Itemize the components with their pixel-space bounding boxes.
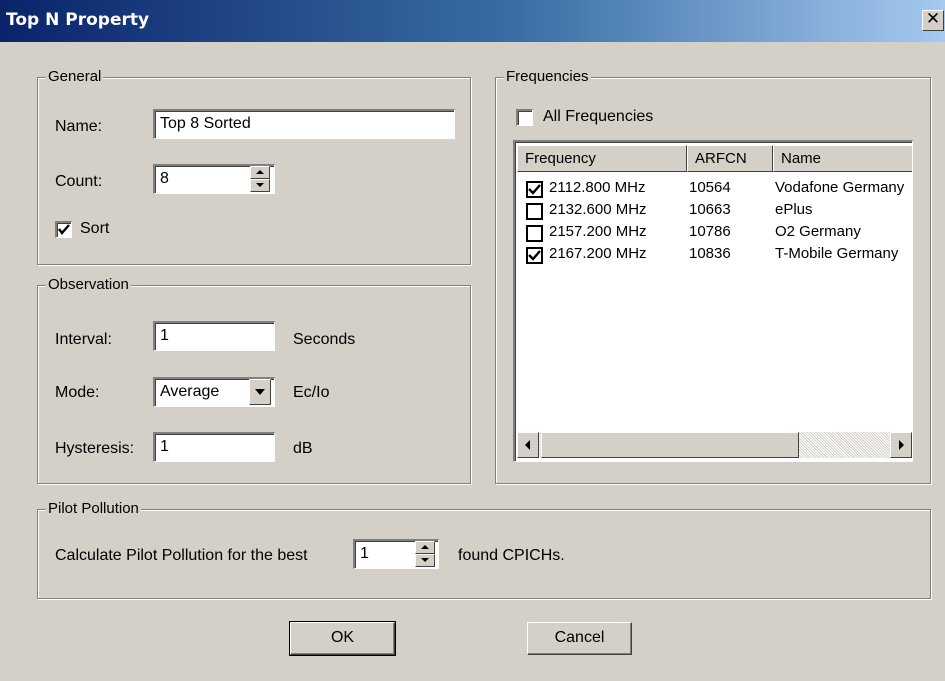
row-checkbox[interactable] [526,203,543,220]
cancel-button[interactable]: Cancel [527,622,632,655]
checkmark-icon [58,224,70,235]
spin-up-icon [256,170,264,174]
all-frequencies-checkbox[interactable] [516,109,533,126]
row-checkbox[interactable] [526,225,543,242]
frequency-cell: 2112.800 MHz [549,179,646,196]
scroll-right-button[interactable] [890,432,912,458]
mode-dropdown-button[interactable] [249,379,271,405]
pilot-pollution-text-after: found CPICHs. [458,547,565,564]
arfcn-cell: 10663 [689,201,731,218]
frequencies-legend: Frequencies [504,68,591,85]
pilot-pollution-text-before: Calculate Pilot Pollution for the best [55,547,308,564]
close-button[interactable]: ✕ [922,10,944,31]
column-header-arfcn[interactable]: ARFCN [687,145,773,172]
scroll-left-button[interactable] [517,432,539,458]
hysteresis-unit: dB [293,440,313,457]
name-cell: O2 Germany [775,223,861,240]
frequency-cell: 2167.200 MHz [549,245,647,262]
close-icon: ✕ [925,9,941,29]
arfcn-cell: 10786 [689,223,731,240]
interval-unit: Seconds [293,331,356,348]
table-row[interactable]: 2132.600 MHz 10663 ePlus [515,201,912,223]
sort-label: Sort [80,220,110,237]
dropdown-arrow-icon [255,389,265,395]
frequency-cell: 2157.200 MHz [549,223,647,240]
table-row[interactable]: 2112.800 MHz 10564 Vodafone Germany [515,179,912,201]
scroll-right-icon [899,440,904,450]
mode-label: Mode: [55,384,100,401]
name-cell: Vodafone Germany [775,179,905,196]
pilot-spin-down[interactable] [415,554,435,567]
sort-checkbox[interactable] [55,221,72,238]
name-label: Name: [55,118,103,135]
general-legend: General [46,68,104,85]
window-title: Top N Property [6,10,150,30]
row-checkbox[interactable] [526,247,543,264]
arfcn-cell: 10836 [689,245,731,262]
interval-label: Interval: [55,331,112,348]
top-n-property-dialog: Top N Property ✕ General Name: Top 8 Sor… [0,0,945,681]
horizontal-scrollbar[interactable] [517,432,912,458]
title-bar[interactable]: Top N Property ✕ [0,0,945,44]
scrollbar-thumb[interactable] [541,432,799,458]
frequency-list[interactable]: Frequency ARFCN Name 2112.800 MHz 10564 … [513,140,913,462]
pilot-pollution-spinner [415,541,435,567]
hysteresis-input[interactable]: 1 [153,432,275,462]
table-row[interactable]: 2157.200 MHz 10786 O2 Germany [515,223,912,245]
spin-up-icon [421,545,429,549]
name-cell: T-Mobile Germany [775,245,899,262]
ok-button[interactable]: OK [289,621,396,656]
name-cell: ePlus [775,201,813,218]
pilot-spin-up[interactable] [415,541,435,554]
count-spin-down[interactable] [250,179,270,192]
column-header-name[interactable]: Name [773,145,912,172]
count-spin-up[interactable] [250,166,270,179]
observation-legend: Observation [46,276,131,293]
pilot-pollution-legend: Pilot Pollution [46,500,141,517]
row-checkbox[interactable] [526,181,543,198]
count-spinner [250,166,270,192]
checkmark-icon [528,250,541,261]
name-input[interactable]: Top 8 Sorted [153,109,455,139]
interval-input[interactable]: 1 [153,321,275,351]
count-label: Count: [55,173,103,190]
scroll-left-icon [525,440,530,450]
hysteresis-label: Hysteresis: [55,440,135,457]
table-row[interactable]: 2167.200 MHz 10836 T-Mobile Germany [515,245,912,267]
mode-unit: Ec/Io [293,384,330,401]
frequency-cell: 2132.600 MHz [549,201,647,218]
all-frequencies-label: All Frequencies [543,108,654,125]
column-header-frequency[interactable]: Frequency [517,145,687,172]
spin-down-icon [256,183,264,187]
spin-down-icon [421,558,429,562]
arfcn-cell: 10564 [689,179,731,196]
checkmark-icon [528,184,541,195]
